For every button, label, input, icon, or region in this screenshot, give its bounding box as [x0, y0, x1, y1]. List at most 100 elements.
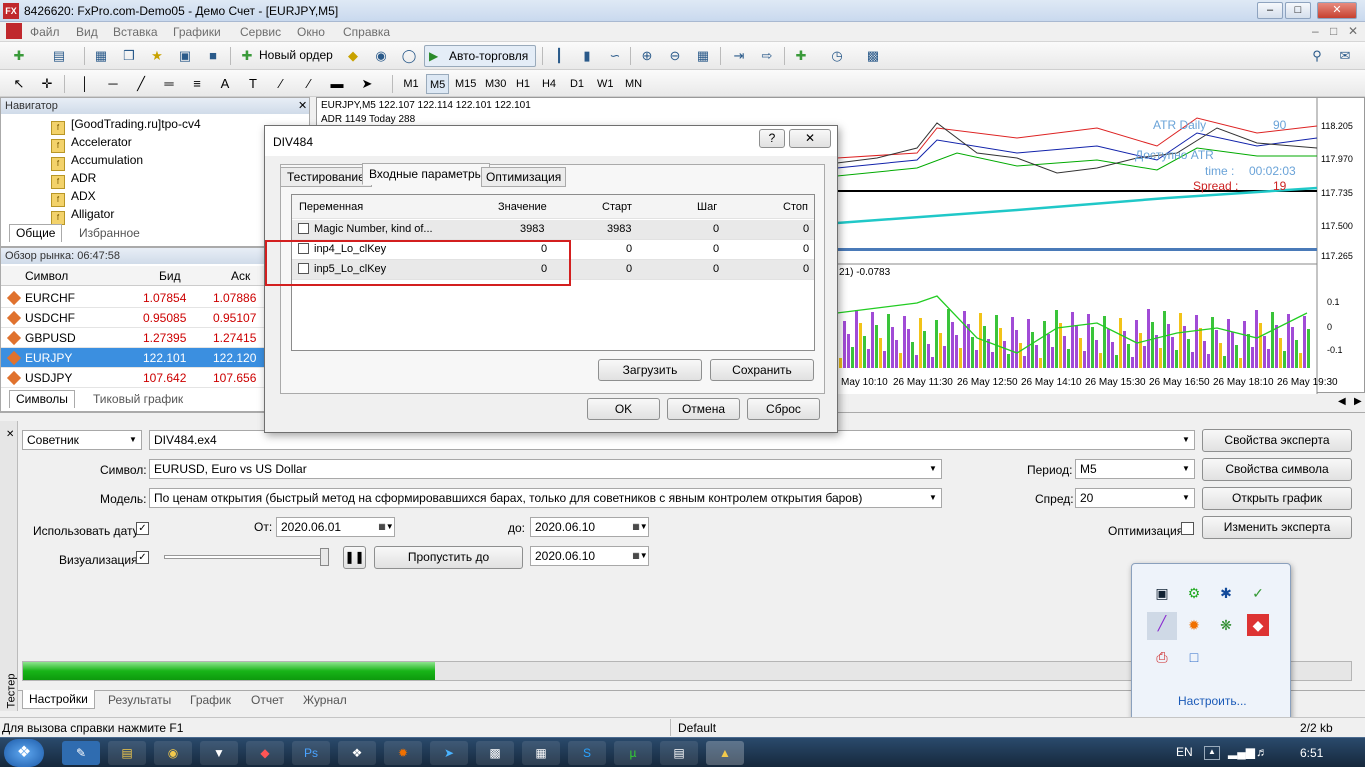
- folder-icon[interactable]: ▤: [108, 741, 146, 765]
- notepad-icon[interactable]: ▤: [660, 741, 698, 765]
- use-date-checkbox[interactable]: ✓: [136, 522, 149, 535]
- tray-expand-icon[interactable]: ▲: [1204, 746, 1220, 760]
- from-date-picker[interactable]: 2020.06.01 ▦▼: [276, 517, 395, 537]
- metatrader-taskbar-icon[interactable]: ▲: [706, 741, 744, 765]
- navigator-item[interactable]: f Accumulation: [51, 153, 143, 171]
- menu-charts[interactable]: Графики: [173, 25, 221, 39]
- close-button[interactable]: ✕: [1317, 2, 1357, 19]
- timeframe-d1[interactable]: D1: [566, 74, 588, 94]
- mdi-restore-button[interactable]: □: [1330, 24, 1337, 38]
- arrows-icon[interactable]: ➤: [356, 74, 378, 94]
- navigator-item[interactable]: f [GoodTrading.ru]tpo-cv4: [51, 117, 201, 135]
- speed-slider-track[interactable]: [164, 555, 329, 559]
- navigator-close-icon[interactable]: ✕: [298, 99, 307, 112]
- timeframe-h1[interactable]: H1: [512, 74, 534, 94]
- market-row[interactable]: GBPUSD 1.27395 1.27415: [1, 328, 309, 348]
- telegram-icon[interactable]: ➤: [430, 741, 468, 765]
- to-date-picker[interactable]: 2020.06.10 ▦▼: [530, 517, 649, 537]
- tab-report[interactable]: Отчет: [251, 693, 284, 707]
- column-value[interactable]: Значение: [498, 201, 547, 213]
- tile-windows-icon[interactable]: ▦: [692, 46, 714, 66]
- taskbar-app-icon[interactable]: ✎: [62, 741, 100, 765]
- timeframe-m1[interactable]: M1: [400, 74, 422, 94]
- timeframe-h4[interactable]: H4: [538, 74, 560, 94]
- mdi-minimize-button[interactable]: –: [1312, 24, 1319, 38]
- new-order-button[interactable]: Новый ордер: [259, 48, 333, 62]
- period-select[interactable]: M5 ▼: [1075, 459, 1195, 479]
- avast-taskbar-icon[interactable]: ✹: [384, 741, 422, 765]
- label-icon[interactable]: T: [242, 74, 264, 94]
- pen-icon[interactable]: ╱: [1147, 612, 1177, 640]
- avast-icon[interactable]: ✹: [1183, 614, 1205, 636]
- periods-icon[interactable]: ◷: [826, 46, 848, 66]
- line-chart-icon[interactable]: ∽: [604, 46, 626, 66]
- timeframe-m30[interactable]: M30: [482, 74, 509, 94]
- column-stop[interactable]: Стоп: [783, 201, 808, 213]
- chart-shift-icon[interactable]: ⇥: [728, 46, 750, 66]
- tab-symbols[interactable]: Символы: [9, 390, 75, 408]
- column-step[interactable]: Шаг: [697, 201, 717, 213]
- tab-results[interactable]: Результаты: [108, 693, 171, 707]
- profiles-icon[interactable]: ▤: [48, 46, 70, 66]
- timeframe-m15[interactable]: M15: [452, 74, 479, 94]
- connection-icon[interactable]: ◯: [398, 46, 420, 66]
- menu-insert[interactable]: Вставка: [113, 25, 158, 39]
- text-icon[interactable]: A: [214, 74, 236, 94]
- monitor-icon[interactable]: ▣: [1151, 582, 1173, 604]
- tab-testing[interactable]: Тестирование: [280, 167, 372, 187]
- signal-icon[interactable]: ▂▄▆: [1228, 745, 1255, 759]
- tab-tick-chart[interactable]: Тиковый график: [87, 392, 189, 406]
- terminal-icon[interactable]: ▣: [174, 46, 196, 66]
- ok-button[interactable]: OK: [587, 398, 660, 420]
- mdi-close-button[interactable]: ✕: [1348, 24, 1358, 38]
- cancel-button[interactable]: Отмена: [667, 398, 740, 420]
- data-window-icon[interactable]: ❒: [118, 46, 140, 66]
- clock[interactable]: 6:51: [1300, 746, 1323, 760]
- chrome-icon[interactable]: ◉: [154, 741, 192, 765]
- tester-type-select[interactable]: Советник ▼: [22, 430, 142, 450]
- candlestick-icon[interactable]: ▮: [576, 46, 598, 66]
- open-chart-button[interactable]: Открыть график: [1202, 487, 1352, 510]
- market-row[interactable]: USDJPY 107.642 107.656: [1, 368, 309, 388]
- start-button[interactable]: ❖: [4, 739, 44, 767]
- tester-close-icon[interactable]: ✕: [6, 429, 14, 440]
- app-menu-icon[interactable]: [6, 23, 22, 39]
- gann-icon[interactable]: ∕: [270, 74, 292, 94]
- column-bid[interactable]: Бид: [159, 269, 181, 283]
- tab-optimization[interactable]: Оптимизация: [481, 167, 567, 187]
- taskbar-app-icon[interactable]: ❖: [338, 741, 376, 765]
- fibonacci-icon[interactable]: ≡: [186, 74, 208, 94]
- skip-to-button[interactable]: Пропустить до: [374, 546, 523, 569]
- customize-link[interactable]: Настроить...: [1178, 694, 1247, 708]
- new-order-icon[interactable]: ✚: [236, 46, 258, 66]
- column-start[interactable]: Старт: [602, 201, 632, 213]
- menu-file[interactable]: Файл: [30, 25, 60, 39]
- market-row[interactable]: EURCHF 1.07854 1.07886: [1, 288, 309, 308]
- search-icon[interactable]: ⚲: [1306, 46, 1328, 66]
- speed-slider-thumb[interactable]: [320, 548, 329, 566]
- spread-select[interactable]: 20 ▼: [1075, 488, 1195, 508]
- rectangle-icon[interactable]: ▬: [326, 74, 348, 94]
- channel-icon[interactable]: ═: [158, 74, 180, 94]
- market-row[interactable]: EURJPY 122.101 122.120: [1, 348, 309, 368]
- autotrading-button[interactable]: ▶ Авто-торговля: [424, 45, 536, 67]
- scroll-right-icon[interactable]: ▶: [1354, 396, 1362, 407]
- modify-expert-button[interactable]: Изменить эксперта: [1202, 516, 1352, 539]
- new-chart-icon[interactable]: ✚: [8, 46, 30, 66]
- andrews-icon[interactable]: ∕: [298, 74, 320, 94]
- tab-favorites[interactable]: Избранное: [73, 226, 146, 240]
- expert-properties-button[interactable]: Свойства эксперта: [1202, 429, 1352, 452]
- cursor-icon[interactable]: ↖: [8, 74, 30, 94]
- trendline-icon[interactable]: ╱: [130, 74, 152, 94]
- timeframe-mn[interactable]: MN: [622, 74, 645, 94]
- chat-icon[interactable]: ✉: [1334, 46, 1356, 66]
- symbol-select[interactable]: EURUSD, Euro vs US Dollar ▼: [149, 459, 942, 479]
- bar-chart-icon[interactable]: ┃: [548, 46, 570, 66]
- minimize-button[interactable]: –: [1257, 2, 1283, 19]
- tab-graph[interactable]: График: [190, 693, 231, 707]
- photoshop-icon[interactable]: Ps: [292, 741, 330, 765]
- navigator-item[interactable]: f ADR: [51, 171, 96, 189]
- navigator-icon[interactable]: ★: [146, 46, 168, 66]
- signals-icon[interactable]: ◉: [370, 46, 392, 66]
- optimization-checkbox[interactable]: [1181, 522, 1194, 535]
